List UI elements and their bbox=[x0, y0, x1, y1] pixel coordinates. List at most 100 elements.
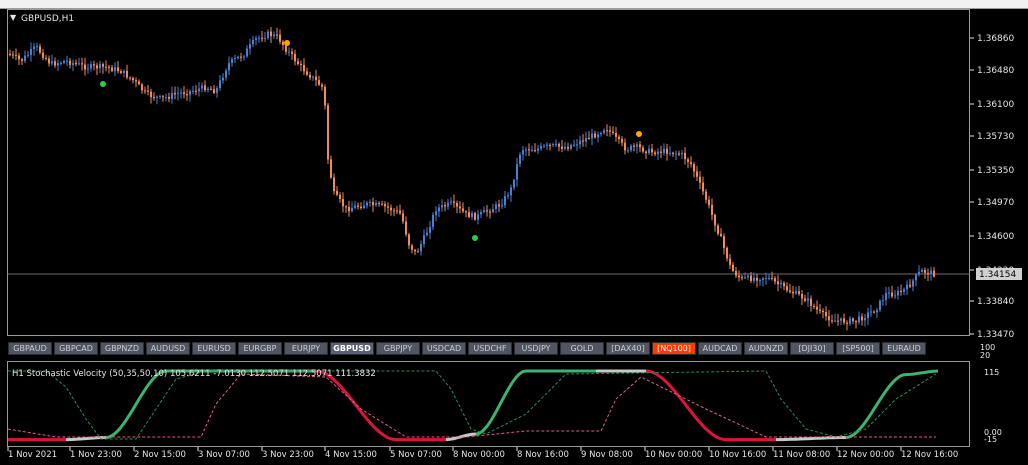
time-axis-label: 5 Nov 07:00 bbox=[390, 450, 442, 460]
symbol-button-eurjpy[interactable]: EURJPY bbox=[284, 342, 328, 355]
candle-body bbox=[567, 146, 569, 149]
symbol-button-euraud[interactable]: EURAUD bbox=[882, 342, 926, 355]
chart-title: GBPUSD,H1 bbox=[21, 14, 74, 24]
symbol-button-usdchf[interactable]: USDCHF bbox=[468, 342, 512, 355]
candle-body bbox=[468, 211, 470, 218]
collapse-icon[interactable]: ▼ bbox=[10, 13, 17, 22]
candle-body bbox=[171, 93, 173, 99]
candle-body bbox=[807, 298, 809, 301]
candle-body bbox=[909, 284, 911, 287]
candle-body bbox=[678, 153, 680, 155]
candle-body bbox=[288, 51, 290, 53]
candle-body bbox=[510, 187, 512, 196]
candle-body bbox=[741, 277, 743, 279]
candle-body bbox=[243, 56, 245, 58]
candle-body bbox=[315, 76, 317, 81]
candle-body bbox=[45, 57, 47, 59]
symbol-button-gbpaud[interactable]: GBPAUD bbox=[8, 342, 52, 355]
candle-body bbox=[399, 210, 401, 214]
candle-body bbox=[198, 88, 200, 92]
candle-body bbox=[240, 56, 242, 58]
symbol-button-eurusd[interactable]: EURUSD bbox=[192, 342, 236, 355]
price-axis-label: 1.33840 bbox=[977, 297, 1014, 307]
candle-body bbox=[414, 249, 416, 252]
candle-body bbox=[810, 298, 812, 306]
symbol-button-gbpnzd[interactable]: GBPNZD bbox=[100, 342, 144, 355]
indicator-scale-115: 115 bbox=[984, 368, 999, 377]
candle-body bbox=[132, 77, 134, 81]
candle-body bbox=[417, 251, 419, 253]
candle-body bbox=[819, 309, 821, 311]
candle-body bbox=[351, 207, 353, 212]
candle-body bbox=[246, 48, 248, 57]
candle-body bbox=[555, 143, 557, 145]
candle-body bbox=[783, 283, 785, 287]
symbol-button-dji30[interactable]: [DJI30] bbox=[790, 342, 834, 355]
symbol-button-gbpusd[interactable]: GBPUSD bbox=[330, 342, 374, 355]
candle-body bbox=[336, 191, 338, 195]
price-axis-label: 1.33470 bbox=[977, 330, 1014, 340]
candle-body bbox=[495, 204, 497, 209]
candle-body bbox=[90, 64, 92, 69]
candle-body bbox=[114, 67, 116, 71]
symbol-button-sp500[interactable]: [SP500] bbox=[836, 342, 880, 355]
candle-body bbox=[735, 270, 737, 276]
symbol-button-nq100[interactable]: [NQ100] bbox=[652, 342, 696, 355]
candle-body bbox=[714, 214, 716, 226]
candle-body bbox=[408, 234, 410, 246]
candle-body bbox=[813, 305, 815, 307]
candle-body bbox=[318, 80, 320, 85]
symbol-button-gold[interactable]: GOLD bbox=[560, 342, 604, 355]
symbol-button-audnzd[interactable]: AUDNZD bbox=[744, 342, 788, 355]
symbol-button-audusd[interactable]: AUDUSD bbox=[146, 342, 190, 355]
candle-body bbox=[531, 150, 533, 152]
candle-body bbox=[96, 65, 98, 69]
candle-body bbox=[897, 290, 899, 296]
candle-body bbox=[582, 140, 584, 142]
candle-body bbox=[792, 291, 794, 294]
candle-body bbox=[150, 91, 152, 98]
candle-body bbox=[798, 291, 800, 295]
candle-body bbox=[933, 270, 935, 277]
candle-body bbox=[168, 96, 170, 99]
sell-signal-dot bbox=[636, 131, 642, 137]
candle-body bbox=[591, 133, 593, 139]
symbol-button-audcad[interactable]: AUDCAD bbox=[698, 342, 742, 355]
candle-body bbox=[624, 142, 626, 151]
chart-window[interactable]: 1.36860 1.36480 1.36100 1.35730 1.35350 1.349… bbox=[6, 9, 1022, 461]
candle-body bbox=[915, 274, 917, 281]
symbol-button-gbpjpy[interactable]: GBPJPY bbox=[376, 342, 420, 355]
candle-body bbox=[210, 88, 212, 90]
candle-body bbox=[657, 151, 659, 155]
candle-body bbox=[321, 84, 323, 87]
candle-body bbox=[21, 59, 23, 62]
candle-body bbox=[492, 208, 494, 213]
time-axis-label: 3 Nov 07:00 bbox=[198, 450, 250, 460]
symbol-switch-bar: GBPAUD GBPCAD GBPNZD AUDUSD EURUSD EURGBP EURJ… bbox=[6, 341, 970, 357]
price-axis: 1.36860 1.36480 1.36100 1.35730 1.35350 1.349… bbox=[970, 34, 1014, 340]
candle-body bbox=[156, 96, 158, 98]
candle-body bbox=[738, 275, 740, 278]
candle-body bbox=[396, 210, 398, 212]
symbol-button-gbpcad[interactable]: GBPCAD bbox=[54, 342, 98, 355]
candle-body bbox=[873, 311, 875, 313]
terminal-window: 1.36860 1.36480 1.36100 1.35730 1.35350 1.349… bbox=[0, 0, 1028, 465]
symbol-button-dax40[interactable]: [DAX40] bbox=[606, 342, 650, 355]
candle-body bbox=[888, 292, 890, 294]
candle-body bbox=[330, 159, 332, 178]
symbol-button-usdcad[interactable]: USDCAD bbox=[422, 342, 466, 355]
candle-body bbox=[354, 205, 356, 208]
symbol-button-usdjpy[interactable]: USDJPY bbox=[514, 342, 558, 355]
candle-body bbox=[372, 201, 374, 206]
symbol-button-eurgbp[interactable]: EURGBP bbox=[238, 342, 282, 355]
candle-body bbox=[711, 205, 713, 215]
candle-body bbox=[642, 147, 644, 152]
price-chart-area[interactable] bbox=[7, 9, 970, 336]
candle-body bbox=[753, 277, 755, 281]
candle-body bbox=[516, 163, 518, 180]
candle-body bbox=[930, 270, 932, 275]
candle-body bbox=[402, 213, 404, 222]
candle-body bbox=[513, 179, 515, 188]
candle-body bbox=[153, 97, 155, 99]
price-axis-label: 1.34600 bbox=[977, 232, 1014, 242]
